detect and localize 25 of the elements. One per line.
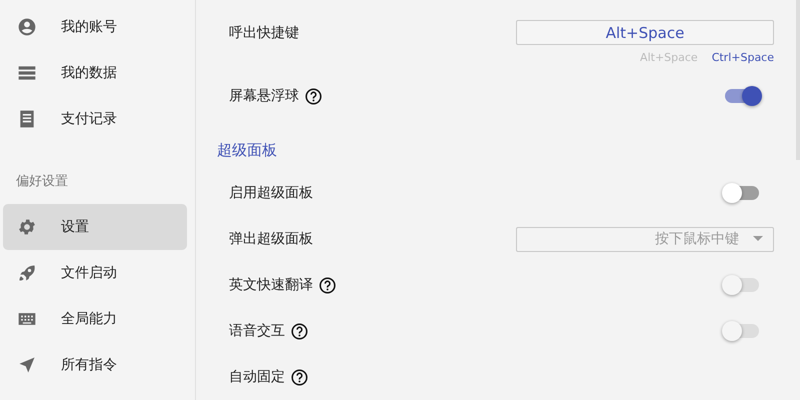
help-icon[interactable] xyxy=(305,88,322,104)
sidebar-item[interactable]: 我的账号 xyxy=(3,4,187,50)
hotkey-option[interactable]: Ctrl+Space xyxy=(712,49,774,66)
setting-label: 自动固定 xyxy=(229,368,285,386)
setting-label: 屏幕悬浮球 xyxy=(229,87,299,105)
sidebar-item[interactable]: 我的数据 xyxy=(3,50,187,96)
sidebar-item[interactable]: 设置 xyxy=(3,204,187,250)
rocket-icon xyxy=(17,263,37,283)
setting-label: 英文快速翻译 xyxy=(229,276,313,294)
help-icon[interactable] xyxy=(291,368,308,386)
sidebar-item[interactable]: 全局能力 xyxy=(3,296,187,342)
setting-label: 弹出超级面板 xyxy=(229,230,313,248)
caret-icon xyxy=(753,236,763,242)
setting-label: 启用超级面板 xyxy=(229,184,313,202)
sidebar-item[interactable]: 支付记录 xyxy=(3,96,187,142)
section-heading: 超级面板 xyxy=(217,140,278,161)
sidebar-item[interactable]: 所有指令 xyxy=(3,342,187,388)
sidebar-heading: 偏好设置 xyxy=(15,173,69,191)
hotkey-field[interactable]: Alt+Space xyxy=(516,20,774,45)
navigation-arrow-icon xyxy=(17,355,37,375)
setting-label: 呼出快捷键 xyxy=(229,24,299,42)
settings-icon xyxy=(17,217,37,237)
account-icon xyxy=(17,17,37,37)
sidebar-item[interactable]: 文件启动 xyxy=(3,250,187,296)
setting-label: 语音交互 xyxy=(229,322,285,340)
